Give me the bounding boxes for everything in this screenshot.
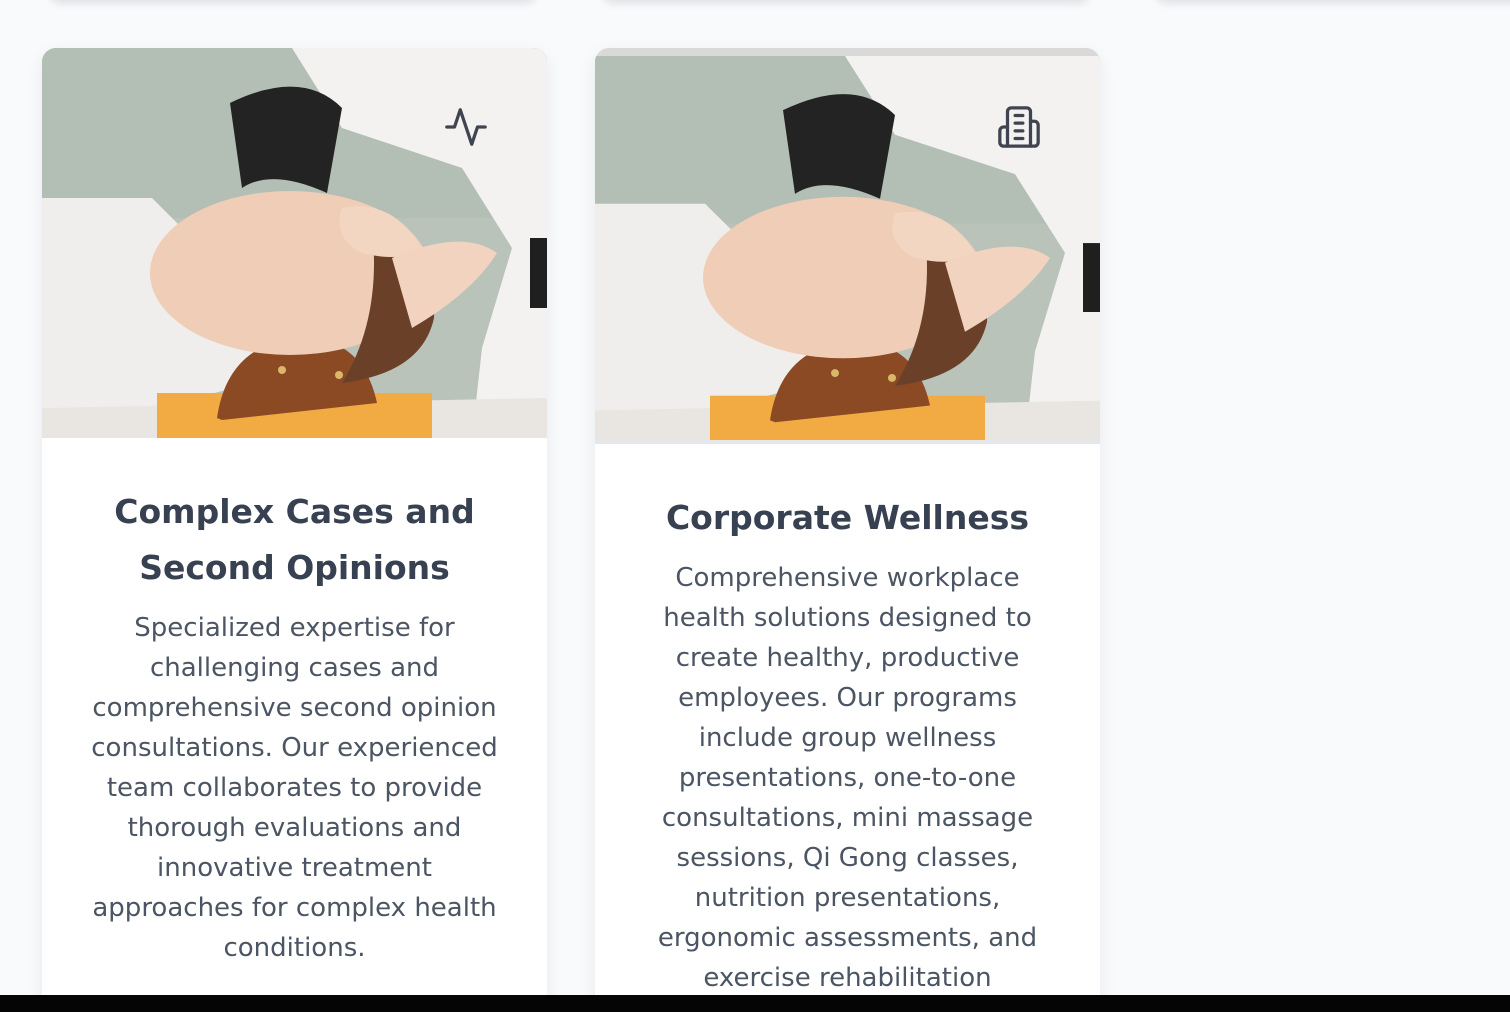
card-title: Corporate Wellness — [665, 498, 1030, 537]
services-viewport: Complex Cases and Second Opinions Specia… — [0, 0, 1510, 1012]
card-description: Specialized expertise for challenging ca… — [91, 613, 498, 963]
card-image — [595, 48, 1100, 444]
card-image — [42, 48, 547, 438]
bottom-edge-bar — [0, 995, 1510, 1012]
service-card-complex-cases[interactable]: Complex Cases and Second Opinions Specia… — [42, 48, 547, 1008]
building-icon — [994, 102, 1044, 152]
card-description: Comprehensive workplace health solutions… — [657, 563, 1038, 993]
card-title: Complex Cases and Second Opinions — [114, 492, 475, 587]
activity-icon — [441, 102, 491, 152]
service-card-corporate-wellness[interactable]: Corporate Wellness Comprehensive workpla… — [595, 48, 1100, 1008]
